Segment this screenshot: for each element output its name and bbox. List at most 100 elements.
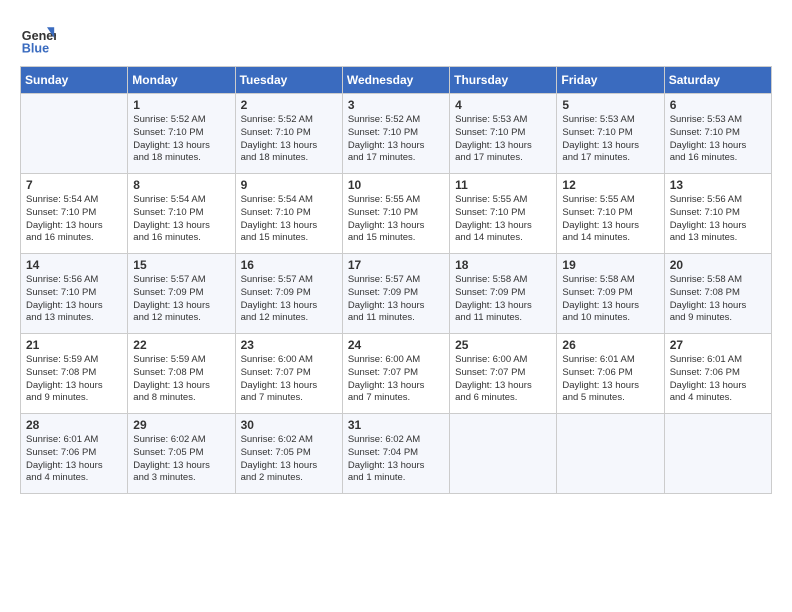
day-info: Sunrise: 5:57 AM Sunset: 7:09 PM Dayligh… bbox=[133, 274, 229, 325]
col-header-tuesday: Tuesday bbox=[235, 67, 342, 94]
logo-icon: General Blue bbox=[20, 20, 56, 56]
calendar-cell: 30 Sunrise: 6:02 AM Sunset: 7:05 PM Dayli… bbox=[235, 414, 342, 494]
day-info: Sunrise: 5:53 AM Sunset: 7:10 PM Dayligh… bbox=[455, 114, 551, 165]
calendar-cell: 7 Sunrise: 5:54 AM Sunset: 7:10 PM Daylig… bbox=[21, 174, 128, 254]
day-info: Sunrise: 6:01 AM Sunset: 7:06 PM Dayligh… bbox=[26, 434, 122, 485]
day-number: 20 bbox=[670, 258, 766, 272]
day-number: 26 bbox=[562, 338, 658, 352]
week-row-2: 7 Sunrise: 5:54 AM Sunset: 7:10 PM Daylig… bbox=[21, 174, 772, 254]
day-info: Sunrise: 5:52 AM Sunset: 7:10 PM Dayligh… bbox=[348, 114, 444, 165]
col-header-sunday: Sunday bbox=[21, 67, 128, 94]
day-number: 16 bbox=[241, 258, 337, 272]
day-info: Sunrise: 6:02 AM Sunset: 7:04 PM Dayligh… bbox=[348, 434, 444, 485]
day-number: 1 bbox=[133, 98, 229, 112]
week-row-5: 28 Sunrise: 6:01 AM Sunset: 7:06 PM Dayli… bbox=[21, 414, 772, 494]
calendar-cell: 26 Sunrise: 6:01 AM Sunset: 7:06 PM Dayli… bbox=[557, 334, 664, 414]
svg-text:Blue: Blue bbox=[22, 41, 49, 55]
day-info: Sunrise: 6:00 AM Sunset: 7:07 PM Dayligh… bbox=[348, 354, 444, 405]
calendar-cell bbox=[450, 414, 557, 494]
day-info: Sunrise: 5:59 AM Sunset: 7:08 PM Dayligh… bbox=[26, 354, 122, 405]
day-number: 10 bbox=[348, 178, 444, 192]
day-number: 31 bbox=[348, 418, 444, 432]
day-info: Sunrise: 5:56 AM Sunset: 7:10 PM Dayligh… bbox=[26, 274, 122, 325]
calendar-cell: 14Sunrise: 5:56 AM Sunset: 7:10 PM Dayli… bbox=[21, 254, 128, 334]
day-info: Sunrise: 5:57 AM Sunset: 7:09 PM Dayligh… bbox=[348, 274, 444, 325]
day-info: Sunrise: 5:54 AM Sunset: 7:10 PM Dayligh… bbox=[133, 194, 229, 245]
day-number: 9 bbox=[241, 178, 337, 192]
calendar-cell: 12 Sunrise: 5:55 AM Sunset: 7:10 PM Dayli… bbox=[557, 174, 664, 254]
day-number: 29 bbox=[133, 418, 229, 432]
calendar-cell bbox=[664, 414, 771, 494]
day-info: Sunrise: 5:55 AM Sunset: 7:10 PM Dayligh… bbox=[455, 194, 551, 245]
calendar-cell: 20 Sunrise: 5:58 AM Sunset: 7:08 PM Dayli… bbox=[664, 254, 771, 334]
calendar-cell: 25 Sunrise: 6:00 AM Sunset: 7:07 PM Dayli… bbox=[450, 334, 557, 414]
day-info: Sunrise: 5:56 AM Sunset: 7:10 PM Dayligh… bbox=[670, 194, 766, 245]
day-info: Sunrise: 5:53 AM Sunset: 7:10 PM Dayligh… bbox=[670, 114, 766, 165]
col-header-wednesday: Wednesday bbox=[342, 67, 449, 94]
day-info: Sunrise: 6:00 AM Sunset: 7:07 PM Dayligh… bbox=[241, 354, 337, 405]
day-number: 13 bbox=[670, 178, 766, 192]
calendar-cell: 2 Sunrise: 5:52 AM Sunset: 7:10 PM Daylig… bbox=[235, 94, 342, 174]
day-number: 18 bbox=[455, 258, 551, 272]
logo: General Blue bbox=[20, 20, 60, 56]
calendar-cell: 3 Sunrise: 5:52 AM Sunset: 7:10 PM Daylig… bbox=[342, 94, 449, 174]
calendar-cell: 10Sunrise: 5:55 AM Sunset: 7:10 PM Dayli… bbox=[342, 174, 449, 254]
day-number: 4 bbox=[455, 98, 551, 112]
calendar-cell: 5Sunrise: 5:53 AM Sunset: 7:10 PM Daylig… bbox=[557, 94, 664, 174]
day-info: Sunrise: 5:53 AM Sunset: 7:10 PM Dayligh… bbox=[562, 114, 658, 165]
day-number: 27 bbox=[670, 338, 766, 352]
calendar-cell: 22 Sunrise: 5:59 AM Sunset: 7:08 PM Dayli… bbox=[128, 334, 235, 414]
day-info: Sunrise: 5:57 AM Sunset: 7:09 PM Dayligh… bbox=[241, 274, 337, 325]
day-number: 28 bbox=[26, 418, 122, 432]
calendar-table: SundayMondayTuesdayWednesdayThursdayFrid… bbox=[20, 66, 772, 494]
day-number: 3 bbox=[348, 98, 444, 112]
day-number: 7 bbox=[26, 178, 122, 192]
day-info: Sunrise: 5:58 AM Sunset: 7:09 PM Dayligh… bbox=[455, 274, 551, 325]
day-number: 2 bbox=[241, 98, 337, 112]
day-number: 22 bbox=[133, 338, 229, 352]
day-info: Sunrise: 6:02 AM Sunset: 7:05 PM Dayligh… bbox=[133, 434, 229, 485]
day-number: 8 bbox=[133, 178, 229, 192]
col-header-thursday: Thursday bbox=[450, 67, 557, 94]
calendar-cell bbox=[557, 414, 664, 494]
day-info: Sunrise: 6:00 AM Sunset: 7:07 PM Dayligh… bbox=[455, 354, 551, 405]
day-number: 25 bbox=[455, 338, 551, 352]
day-info: Sunrise: 5:54 AM Sunset: 7:10 PM Dayligh… bbox=[26, 194, 122, 245]
day-info: Sunrise: 6:01 AM Sunset: 7:06 PM Dayligh… bbox=[562, 354, 658, 405]
calendar-cell: 29 Sunrise: 6:02 AM Sunset: 7:05 PM Dayli… bbox=[128, 414, 235, 494]
calendar-cell: 18 Sunrise: 5:58 AM Sunset: 7:09 PM Dayli… bbox=[450, 254, 557, 334]
day-number: 6 bbox=[670, 98, 766, 112]
calendar-cell: 24 Sunrise: 6:00 AM Sunset: 7:07 PM Dayli… bbox=[342, 334, 449, 414]
calendar-cell: 23 Sunrise: 6:00 AM Sunset: 7:07 PM Dayli… bbox=[235, 334, 342, 414]
day-number: 11 bbox=[455, 178, 551, 192]
day-info: Sunrise: 5:55 AM Sunset: 7:10 PM Dayligh… bbox=[562, 194, 658, 245]
calendar-cell: 9Sunrise: 5:54 AM Sunset: 7:10 PM Daylig… bbox=[235, 174, 342, 254]
day-info: Sunrise: 5:52 AM Sunset: 7:10 PM Dayligh… bbox=[133, 114, 229, 165]
calendar-cell: 28 Sunrise: 6:01 AM Sunset: 7:06 PM Dayli… bbox=[21, 414, 128, 494]
calendar-cell: 1 Sunrise: 5:52 AM Sunset: 7:10 PM Daylig… bbox=[128, 94, 235, 174]
calendar-cell: 17 Sunrise: 5:57 AM Sunset: 7:09 PM Dayli… bbox=[342, 254, 449, 334]
day-info: Sunrise: 5:58 AM Sunset: 7:08 PM Dayligh… bbox=[670, 274, 766, 325]
calendar-cell: 15Sunrise: 5:57 AM Sunset: 7:09 PM Dayli… bbox=[128, 254, 235, 334]
col-header-saturday: Saturday bbox=[664, 67, 771, 94]
calendar-cell: 6 Sunrise: 5:53 AM Sunset: 7:10 PM Daylig… bbox=[664, 94, 771, 174]
week-row-1: 1 Sunrise: 5:52 AM Sunset: 7:10 PM Daylig… bbox=[21, 94, 772, 174]
col-header-monday: Monday bbox=[128, 67, 235, 94]
page-header: General Blue bbox=[20, 20, 772, 56]
day-info: Sunrise: 6:01 AM Sunset: 7:06 PM Dayligh… bbox=[670, 354, 766, 405]
day-number: 23 bbox=[241, 338, 337, 352]
col-header-friday: Friday bbox=[557, 67, 664, 94]
day-number: 24 bbox=[348, 338, 444, 352]
week-row-3: 14Sunrise: 5:56 AM Sunset: 7:10 PM Dayli… bbox=[21, 254, 772, 334]
calendar-cell: 27 Sunrise: 6:01 AM Sunset: 7:06 PM Dayli… bbox=[664, 334, 771, 414]
day-number: 12 bbox=[562, 178, 658, 192]
calendar-cell: 4 Sunrise: 5:53 AM Sunset: 7:10 PM Daylig… bbox=[450, 94, 557, 174]
calendar-cell bbox=[21, 94, 128, 174]
calendar-cell: 16 Sunrise: 5:57 AM Sunset: 7:09 PM Dayli… bbox=[235, 254, 342, 334]
day-info: Sunrise: 5:59 AM Sunset: 7:08 PM Dayligh… bbox=[133, 354, 229, 405]
day-info: Sunrise: 6:02 AM Sunset: 7:05 PM Dayligh… bbox=[241, 434, 337, 485]
day-info: Sunrise: 5:52 AM Sunset: 7:10 PM Dayligh… bbox=[241, 114, 337, 165]
day-number: 30 bbox=[241, 418, 337, 432]
day-number: 17 bbox=[348, 258, 444, 272]
calendar-cell: 13 Sunrise: 5:56 AM Sunset: 7:10 PM Dayli… bbox=[664, 174, 771, 254]
